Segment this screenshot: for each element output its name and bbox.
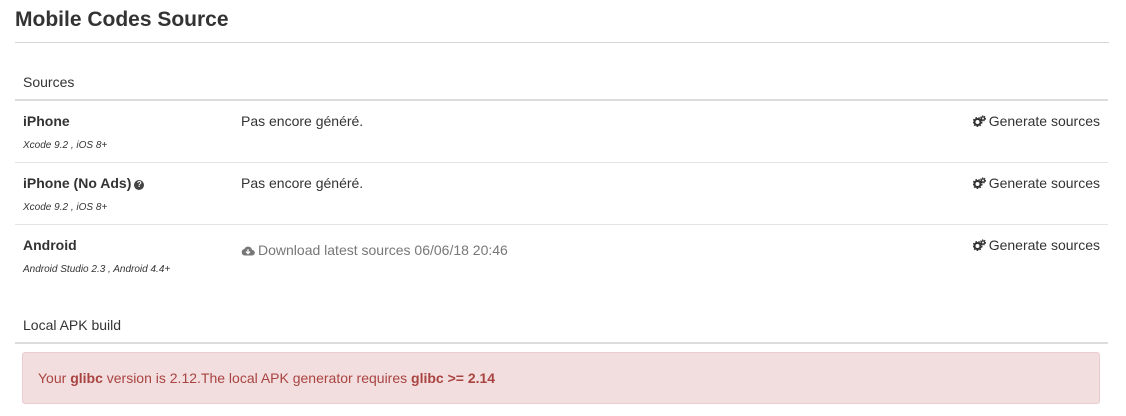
generate-sources-label: Generate sources <box>988 113 1100 129</box>
download-sources-link[interactable]: Download latest sources 06/06/18 20:46 <box>241 241 508 259</box>
cloud-download-icon <box>241 246 255 256</box>
table-row: Android Android Studio 2.3 , Android 4.4… <box>15 225 1108 287</box>
platform-name-label: iPhone <box>23 113 70 129</box>
alert-prefix: Your <box>38 370 71 386</box>
generate-sources-button[interactable]: Generate sources <box>972 174 1100 192</box>
sources-heading: Sources <box>23 74 75 90</box>
page-title: Mobile Codes Source <box>15 8 229 31</box>
alert-message: Your glibc version is 2.12.The local APK… <box>23 353 1099 403</box>
title-divider <box>15 42 1109 43</box>
alert-middle: version is 2.12.The local APK generator … <box>102 370 412 386</box>
download-sources-label: Download latest sources 06/06/18 20:46 <box>258 242 508 258</box>
alert-lib-name: glibc <box>70 370 103 386</box>
question-circle-icon[interactable]: ? <box>134 180 145 190</box>
table-row: iPhone Xcode 9.2 , iOS 8+ Pas encore gén… <box>15 101 1108 163</box>
gears-icon <box>972 177 986 190</box>
platform-name-label: iPhone (No Ads) <box>23 175 132 191</box>
generate-sources-button[interactable]: Generate sources <box>972 112 1100 130</box>
build-status: Pas encore généré. <box>241 113 364 129</box>
generate-sources-label: Generate sources <box>988 237 1100 253</box>
platform-name: iPhone (No Ads)? <box>23 174 145 192</box>
platform-name-label: Android <box>23 237 77 253</box>
platform-name: iPhone <box>23 112 70 130</box>
generate-sources-button[interactable]: Generate sources <box>972 236 1100 254</box>
local-apk-heading: Local APK build <box>23 317 122 333</box>
build-status: Pas encore généré. <box>241 175 364 191</box>
platform-name: Android <box>23 236 77 254</box>
platform-requirements: Xcode 9.2 , iOS 8+ <box>23 202 108 213</box>
gears-icon <box>972 239 986 252</box>
generate-sources-label: Generate sources <box>988 175 1100 191</box>
platform-requirements: Android Studio 2.3 , Android 4.4+ <box>23 264 171 275</box>
gears-icon <box>972 115 986 128</box>
alert-requirement: glibc >= 2.14 <box>411 370 496 386</box>
section-divider <box>15 342 1108 344</box>
platform-requirements: Xcode 9.2 , iOS 8+ <box>23 140 108 151</box>
table-row: iPhone (No Ads)? Xcode 9.2 , iOS 8+ Pas … <box>15 163 1108 225</box>
glibc-version-alert: Your glibc version is 2.12.The local APK… <box>22 352 1100 404</box>
